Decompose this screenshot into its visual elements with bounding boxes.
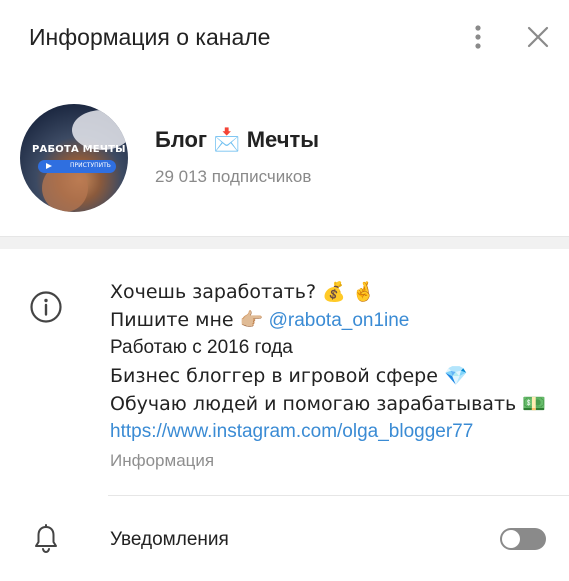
section-divider — [0, 236, 569, 249]
more-options-button[interactable] — [466, 24, 490, 50]
header: Информация о канале — [0, 0, 569, 76]
notifications-label: Уведомления — [110, 529, 229, 550]
instagram-link[interactable]: https://www.instagram.com/olga_blogger77 — [110, 421, 473, 442]
notifications-row[interactable]: Уведомления — [0, 506, 569, 576]
page-title: Информация о канале — [29, 24, 271, 50]
description-line: https://www.instagram.com/olga_blogger77 — [110, 418, 550, 446]
play-icon — [46, 163, 52, 169]
notifications-toggle[interactable] — [500, 528, 546, 550]
more-vertical-icon — [475, 25, 481, 49]
description-line: Работаю с 2016 года — [110, 337, 293, 358]
avatar-caption: РАБОТА МЕЧТЫ — [32, 144, 126, 155]
subscriber-count: 29 013 подписчиков — [155, 167, 312, 186]
description-line: Хочешь заработать? 💰 🤞 — [110, 281, 376, 303]
info-icon — [30, 291, 62, 323]
info-label: Информация — [110, 451, 215, 470]
channel-profile: РАБОТА МЕЧТЫ ПРИСТУПИТЬ Блог 📩 Мечты 29 … — [0, 96, 569, 220]
toggle-knob — [502, 530, 520, 548]
channel-name: Блог 📩 Мечты — [155, 127, 320, 152]
row-divider — [108, 495, 569, 496]
bell-icon — [35, 524, 57, 554]
description-line: Пишите мне 👉🏼 @rabota_on1ine — [110, 309, 410, 331]
info-section: Хочешь заработать? 💰 🤞 Пишите мне 👉🏼 @ra… — [0, 278, 569, 478]
avatar-banner-button: ПРИСТУПИТЬ — [38, 160, 116, 173]
close-button[interactable] — [525, 24, 551, 50]
channel-description: Хочешь заработать? 💰 🤞 Пишите мне 👉🏼 @ra… — [110, 278, 550, 446]
close-icon — [527, 26, 549, 48]
avatar-banner-label: ПРИСТУПИТЬ — [70, 162, 111, 169]
avatar[interactable]: РАБОТА МЕЧТЫ ПРИСТУПИТЬ — [20, 104, 128, 212]
description-line: Бизнес блоггер в игровой сфере 💎 — [110, 365, 468, 387]
description-line: Обучаю людей и помогаю зарабатывать 💵 — [110, 393, 546, 415]
mention-link[interactable]: @rabota_on1ine — [269, 310, 410, 331]
channel-info-panel: Информация о канале РАБОТА МЕЧТЫ ПРИСТУП… — [0, 0, 569, 581]
